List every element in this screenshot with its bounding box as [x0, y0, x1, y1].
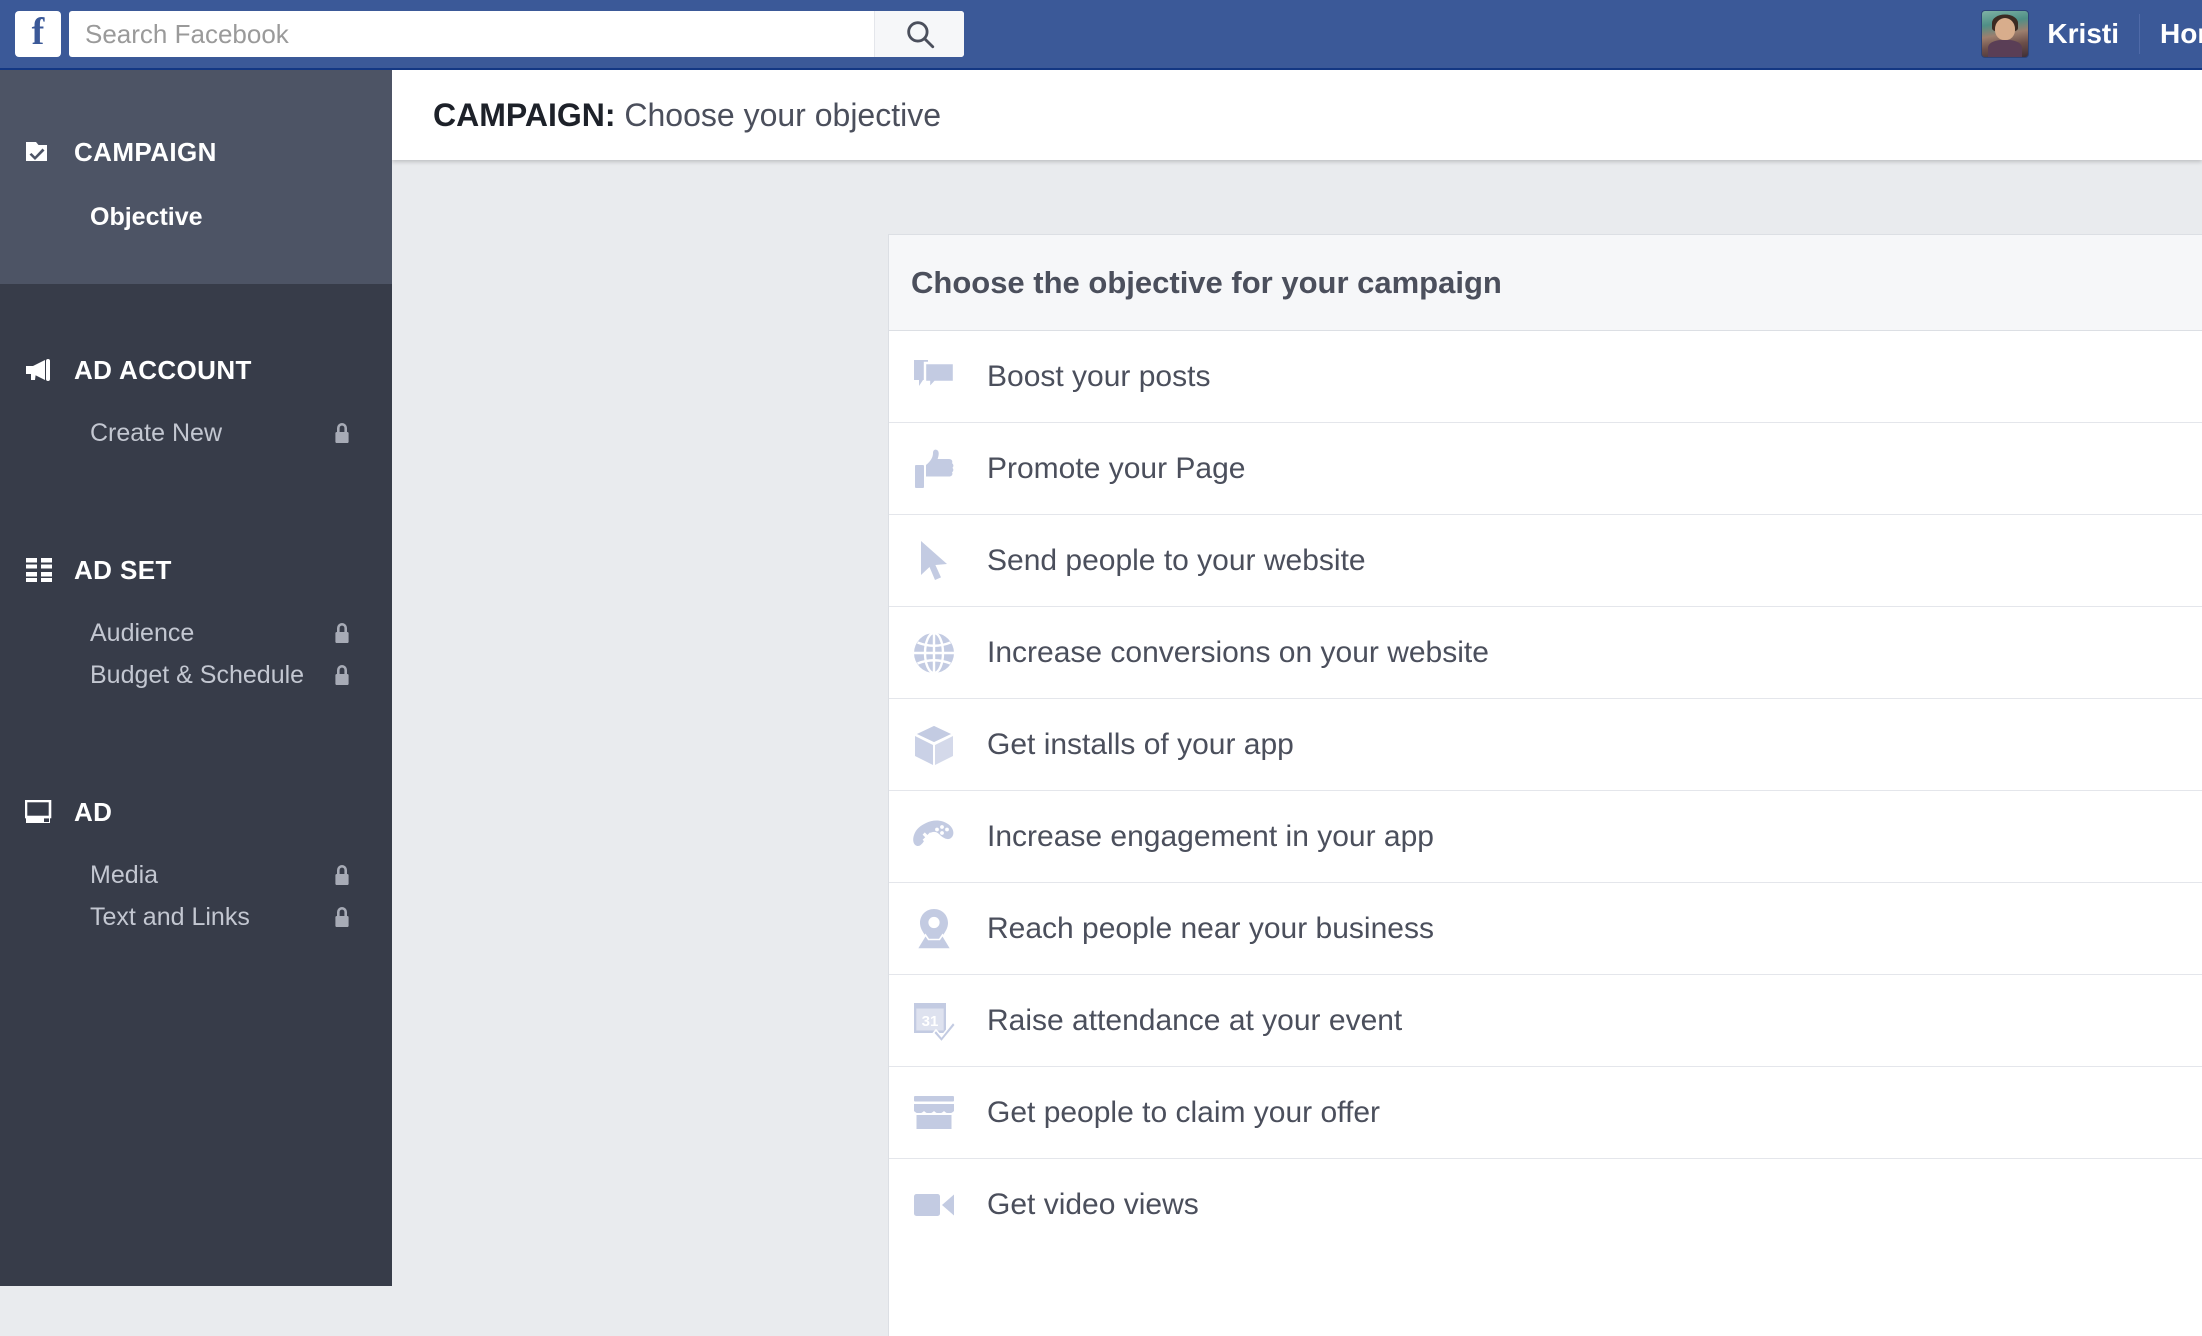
search-icon	[903, 17, 937, 51]
svg-text:31: 31	[922, 1013, 939, 1030]
browser-window-icon	[24, 796, 56, 828]
topbar-divider	[2139, 14, 2140, 54]
objective-label: Promote your Page	[987, 451, 1246, 485]
sidebar-item-label: Audience	[90, 618, 195, 647]
objective-row-raise-event-attendance[interactable]: 31 Raise attendance at your event	[889, 975, 2202, 1067]
sidebar: CAMPAIGN Objective AD ACCOUNT Create New	[0, 70, 392, 1286]
objective-row-increase-conversions[interactable]: Increase conversions on your website	[889, 607, 2202, 699]
sidebar-item-media[interactable]: Media	[0, 854, 392, 896]
user-name-link[interactable]: Kristi	[2047, 18, 2119, 50]
location-pin-icon	[911, 906, 957, 952]
sidebar-item-text-and-links[interactable]: Text and Links	[0, 896, 392, 938]
objective-row-boost-posts[interactable]: Boost your posts	[889, 331, 2202, 423]
objective-label: Reach people near your business	[987, 911, 1434, 945]
objective-label: Get people to claim your offer	[987, 1095, 1380, 1129]
objective-row-get-video-views[interactable]: Get video views	[889, 1159, 2202, 1251]
sidebar-section-title: CAMPAIGN	[74, 136, 217, 167]
sidebar-section-header-ad[interactable]: AD	[0, 782, 392, 842]
page-title-prefix: CAMPAIGN:	[433, 96, 616, 133]
objective-row-send-people-website[interactable]: Send people to your website	[889, 515, 2202, 607]
calendar-check-icon: 31	[911, 998, 957, 1044]
avatar[interactable]	[1981, 10, 2030, 58]
sidebar-section-header-ad-account[interactable]: AD ACCOUNT	[0, 340, 392, 400]
game-controller-icon	[911, 814, 957, 860]
storefront-icon	[911, 1090, 957, 1136]
sidebar-item-label: Text and Links	[90, 902, 250, 931]
sidebar-section-ad-account: AD ACCOUNT Create New	[0, 284, 392, 484]
sidebar-section-ad-set: AD SET Audience Budget & Schedule	[0, 484, 392, 726]
sidebar-section-ad: AD Media Text and Links	[0, 726, 392, 938]
sidebar-item-audience[interactable]: Audience	[0, 612, 392, 654]
objective-label: Send people to your website	[987, 543, 1366, 577]
page-header: CAMPAIGN: Choose your objective	[392, 70, 2202, 160]
objective-row-get-app-installs[interactable]: Get installs of your app	[889, 699, 2202, 791]
objective-label: Raise attendance at your event	[987, 1003, 1403, 1037]
megaphone-icon	[24, 354, 56, 386]
thumbs-up-icon	[911, 446, 957, 492]
sidebar-item-objective[interactable]: Objective	[0, 196, 392, 238]
sidebar-section-header-ad-set[interactable]: AD SET	[0, 540, 392, 600]
search-button[interactable]	[874, 11, 964, 57]
objective-label: Get installs of your app	[987, 727, 1294, 761]
card-title: Choose the objective for your campaign	[911, 264, 1502, 300]
lock-icon	[332, 621, 352, 645]
card-header: Choose the objective for your campaign H…	[889, 235, 2202, 331]
sidebar-section-title: AD ACCOUNT	[74, 354, 252, 385]
objective-row-reach-people-nearby[interactable]: Reach people near your business	[889, 883, 2202, 975]
page-title: CAMPAIGN: Choose your objective	[433, 97, 941, 134]
speech-bubbles-icon	[911, 354, 957, 400]
facebook-f-logo[interactable]: f	[15, 11, 61, 57]
nav-home-link[interactable]: Home	[2160, 18, 2202, 50]
sidebar-section-header-campaign[interactable]: CAMPAIGN	[0, 122, 392, 182]
sidebar-item-label: Budget & Schedule	[90, 660, 305, 689]
grid-icon	[24, 554, 56, 586]
objective-label: Get video views	[987, 1188, 1199, 1221]
lock-icon	[332, 663, 352, 687]
top-navigation-bar: f Kristi Home	[0, 0, 2202, 70]
search-input[interactable]	[69, 12, 874, 56]
cursor-arrow-icon	[911, 538, 957, 584]
topbar-right-group: Kristi Home	[1981, 0, 2202, 68]
main-content: CAMPAIGN: Choose your objective Choose t…	[392, 70, 2202, 1336]
sidebar-section-title: AD	[74, 796, 113, 827]
objective-row-claim-offer[interactable]: Get people to claim your offer	[889, 1067, 2202, 1159]
sidebar-item-label: Create New	[90, 418, 222, 447]
video-camera-icon	[911, 1182, 957, 1228]
sidebar-item-label: Media	[90, 860, 159, 889]
box-3d-icon	[911, 722, 957, 768]
lock-icon	[332, 421, 352, 445]
objective-label: Boost your posts	[987, 359, 1211, 393]
objective-label: Increase conversions on your website	[987, 635, 1489, 669]
sidebar-item-label: Objective	[90, 202, 203, 231]
objective-card: Choose the objective for your campaign H…	[888, 234, 2202, 1336]
lock-icon	[332, 863, 352, 887]
sidebar-section-title: AD SET	[74, 554, 172, 585]
folder-check-icon	[24, 136, 56, 168]
objective-row-increase-app-engagement[interactable]: Increase engagement in your app	[889, 791, 2202, 883]
sidebar-item-create-new[interactable]: Create New	[0, 412, 392, 454]
search-box	[69, 11, 964, 57]
objective-label: Increase engagement in your app	[987, 819, 1434, 853]
objective-row-promote-page[interactable]: Promote your Page	[889, 423, 2202, 515]
globe-icon	[911, 630, 957, 676]
sidebar-item-budget-schedule[interactable]: Budget & Schedule	[0, 654, 392, 696]
sidebar-section-campaign: CAMPAIGN Objective	[0, 70, 392, 284]
lock-icon	[332, 905, 352, 929]
page-title-suffix: Choose your objective	[624, 96, 942, 133]
